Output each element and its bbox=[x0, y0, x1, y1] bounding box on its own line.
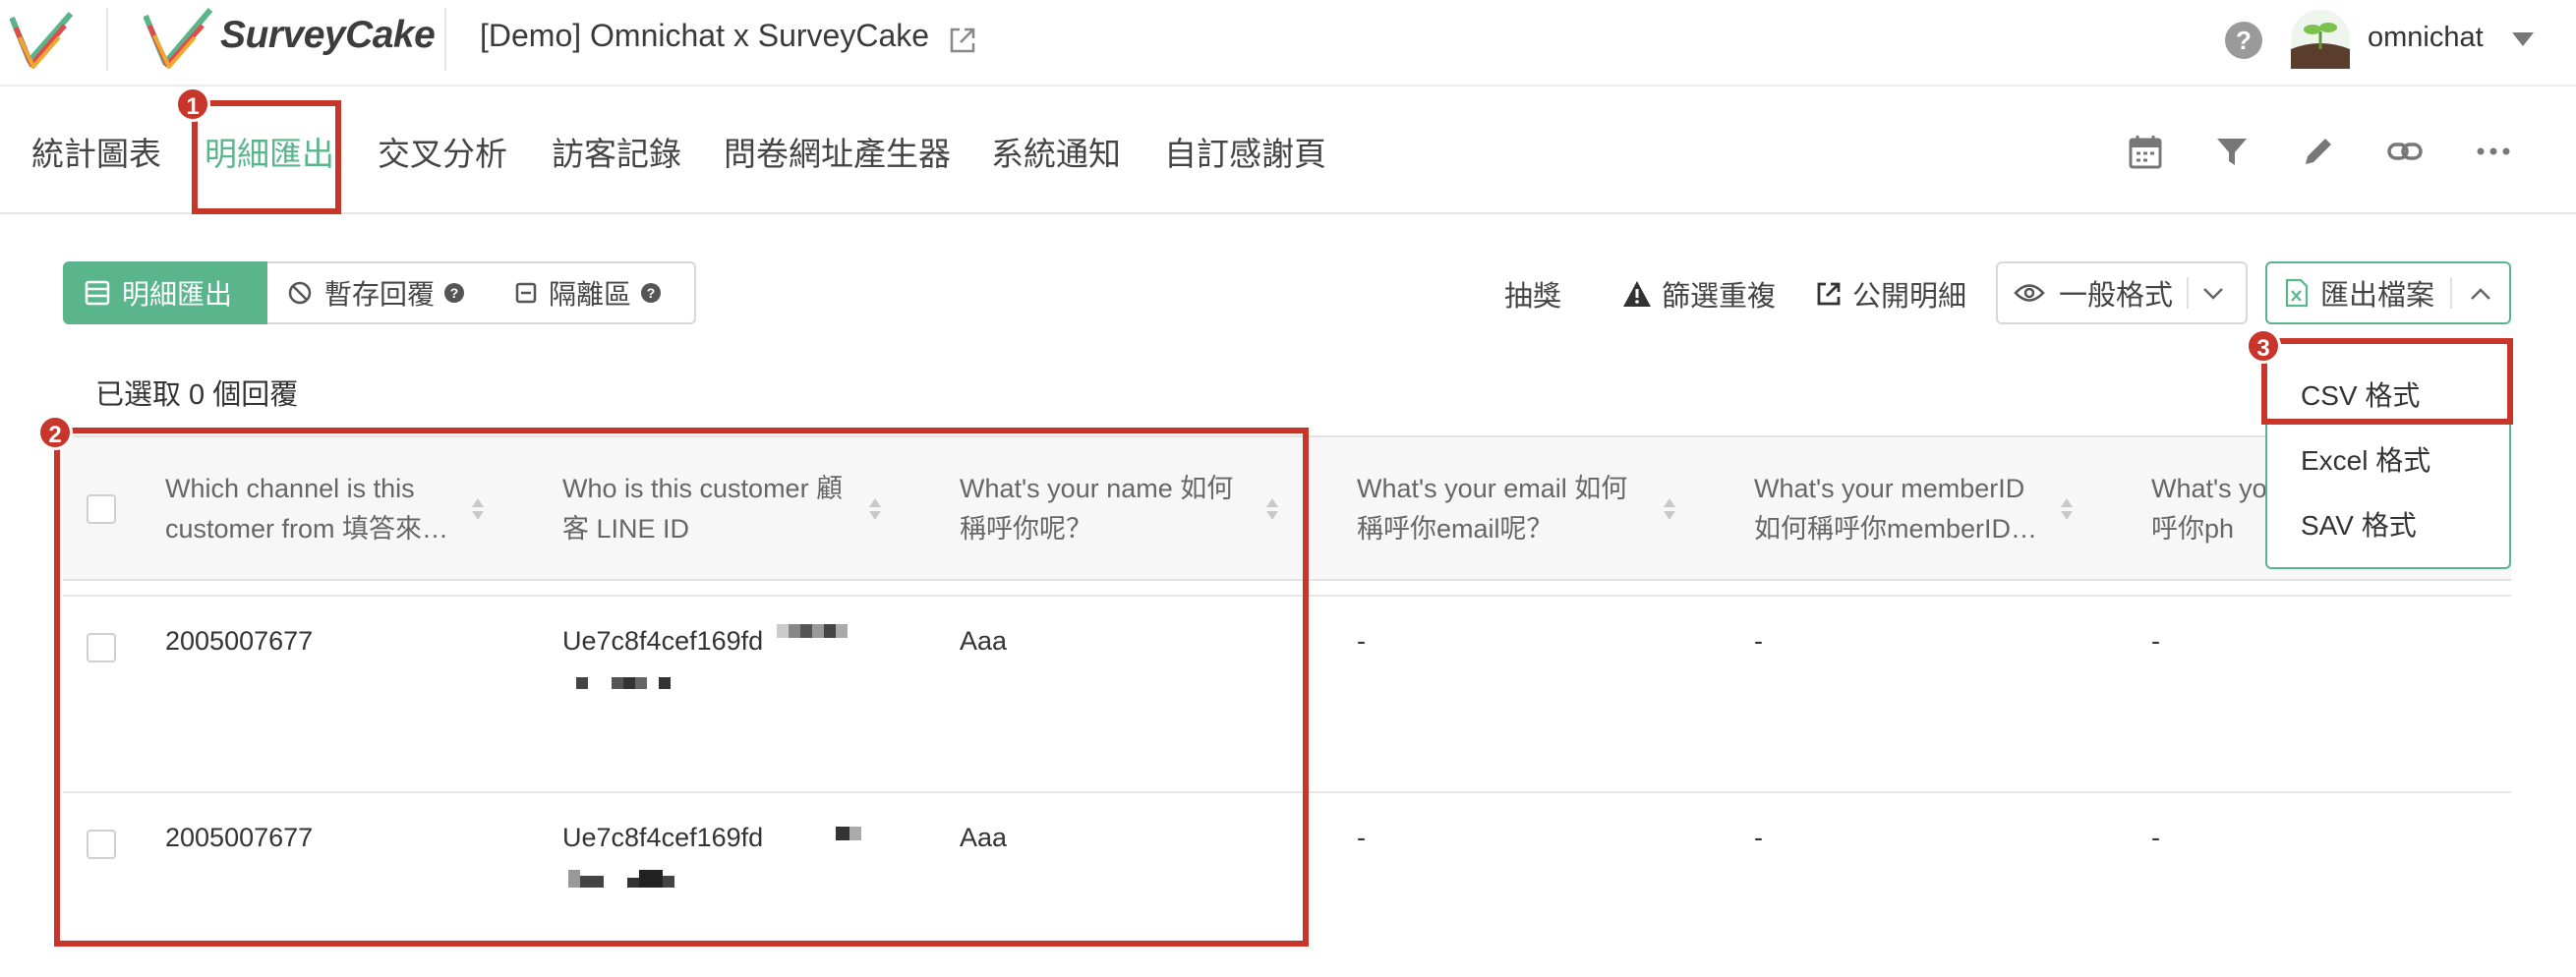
header-divider bbox=[106, 8, 108, 71]
username[interactable]: omnichat bbox=[2368, 22, 2484, 54]
segment-draft-responses[interactable]: 暫存回覆 ? bbox=[267, 261, 498, 324]
survey-title: [Demo] Omnichat x SurveyCake bbox=[480, 18, 930, 53]
column-header[interactable]: What's your email 如何稱呼你email呢？ bbox=[1357, 469, 1652, 549]
annotation-badge-2: 2 bbox=[37, 415, 73, 450]
menu-item-excel[interactable]: Excel 格式 bbox=[2301, 439, 2430, 479]
header-divider bbox=[444, 8, 446, 71]
export-file-dropdown[interactable]: 匯出檔案 bbox=[2265, 261, 2511, 324]
view-format-label: 一般格式 bbox=[2059, 280, 2174, 312]
ban-icon bbox=[288, 281, 312, 305]
link-icon[interactable] bbox=[2385, 132, 2425, 171]
list-icon bbox=[85, 280, 110, 306]
warning-icon bbox=[1623, 281, 1651, 307]
dropdown-divider bbox=[2450, 277, 2452, 309]
filter-duplicates-label: 篩選重複 bbox=[1662, 281, 1777, 313]
tab-statistics[interactable]: 統計圖表 bbox=[31, 128, 161, 175]
segment-detail-export[interactable]: 明細匯出 bbox=[63, 261, 269, 324]
sort-icon[interactable] bbox=[1662, 496, 1677, 522]
tab-system-notifications[interactable]: 系統通知 bbox=[991, 128, 1121, 175]
segment-label: 明細匯出 bbox=[122, 279, 233, 310]
segment-label: 暫存回覆 bbox=[324, 279, 436, 310]
tab-cross-analysis[interactable]: 交叉分析 bbox=[378, 128, 507, 175]
annotation-box-2 bbox=[54, 428, 1309, 947]
question-circle-icon[interactable]: ? bbox=[444, 283, 465, 303]
export-file-label: 匯出檔案 bbox=[2320, 280, 2435, 312]
table-cell: - bbox=[1754, 823, 1763, 852]
top-header: SurveyCake [Demo] Omnichat x SurveyCake … bbox=[0, 0, 2576, 86]
brand-logo-text: SurveyCake bbox=[220, 14, 436, 56]
caret-down-icon[interactable] bbox=[2512, 32, 2534, 46]
public-details-button[interactable]: 公開明細 bbox=[1815, 273, 1966, 315]
annotation-box-1 bbox=[192, 100, 341, 214]
sort-icon[interactable] bbox=[2059, 496, 2075, 522]
table-cell: - bbox=[2151, 823, 2160, 852]
external-link-icon bbox=[1817, 282, 1841, 306]
menu-item-sav[interactable]: SAV 格式 bbox=[2301, 504, 2417, 544]
public-details-label: 公開明細 bbox=[1852, 281, 1967, 313]
table-cell: - bbox=[1357, 823, 1366, 852]
selected-count: 已選取 0 個回覆 bbox=[95, 379, 299, 411]
tab-visitor-log[interactable]: 訪客記錄 bbox=[552, 128, 681, 175]
table-cell: - bbox=[2151, 626, 2160, 656]
lottery-button[interactable]: 抽獎 bbox=[1504, 273, 1561, 315]
view-format-dropdown[interactable]: 一般格式 bbox=[1996, 261, 2248, 324]
external-link-icon[interactable] bbox=[948, 26, 977, 55]
annotation-box-3 bbox=[2261, 338, 2513, 425]
filter-duplicates-button[interactable]: 篩選重複 bbox=[1622, 273, 1776, 315]
question-circle-icon[interactable]: ? bbox=[641, 283, 662, 303]
segment-label: 隔離區 bbox=[549, 279, 632, 310]
lottery-label: 抽獎 bbox=[1504, 281, 1562, 313]
avatar[interactable] bbox=[2291, 10, 2350, 69]
chevron-up-icon bbox=[2471, 288, 2490, 300]
excel-file-icon bbox=[2285, 278, 2309, 308]
eye-icon bbox=[2014, 284, 2045, 302]
table-cell: - bbox=[1754, 626, 1763, 656]
segment-quarantine[interactable]: 隔離區 ? bbox=[496, 261, 696, 324]
dropdown-divider bbox=[2187, 277, 2189, 309]
help-icon[interactable]: ? bbox=[2225, 22, 2262, 59]
calendar-icon[interactable] bbox=[2126, 132, 2165, 171]
tab-thank-you-page[interactable]: 自訂感謝頁 bbox=[1164, 128, 1326, 175]
minus-square-icon bbox=[515, 282, 537, 304]
table-cell: - bbox=[1357, 626, 1366, 656]
more-options-icon[interactable] bbox=[2474, 132, 2513, 171]
tab-bar: 統計圖表 明細匯出 交叉分析 訪客記錄 問卷網址產生器 系統通知 自訂感謝頁 bbox=[0, 86, 2576, 214]
annotation-badge-3: 3 bbox=[2246, 328, 2281, 364]
surveycake-app-icon[interactable] bbox=[10, 12, 73, 69]
filter-icon[interactable] bbox=[2212, 132, 2252, 171]
surveycake-logo-icon bbox=[144, 8, 212, 69]
chevron-down-icon bbox=[2203, 288, 2223, 300]
edit-pencil-icon[interactable] bbox=[2299, 132, 2338, 171]
column-header[interactable]: What's your memberID 如何稱呼你memberID… bbox=[1754, 469, 2049, 549]
tab-url-generator[interactable]: 問卷網址產生器 bbox=[724, 128, 951, 175]
annotation-badge-1: 1 bbox=[175, 86, 210, 122]
